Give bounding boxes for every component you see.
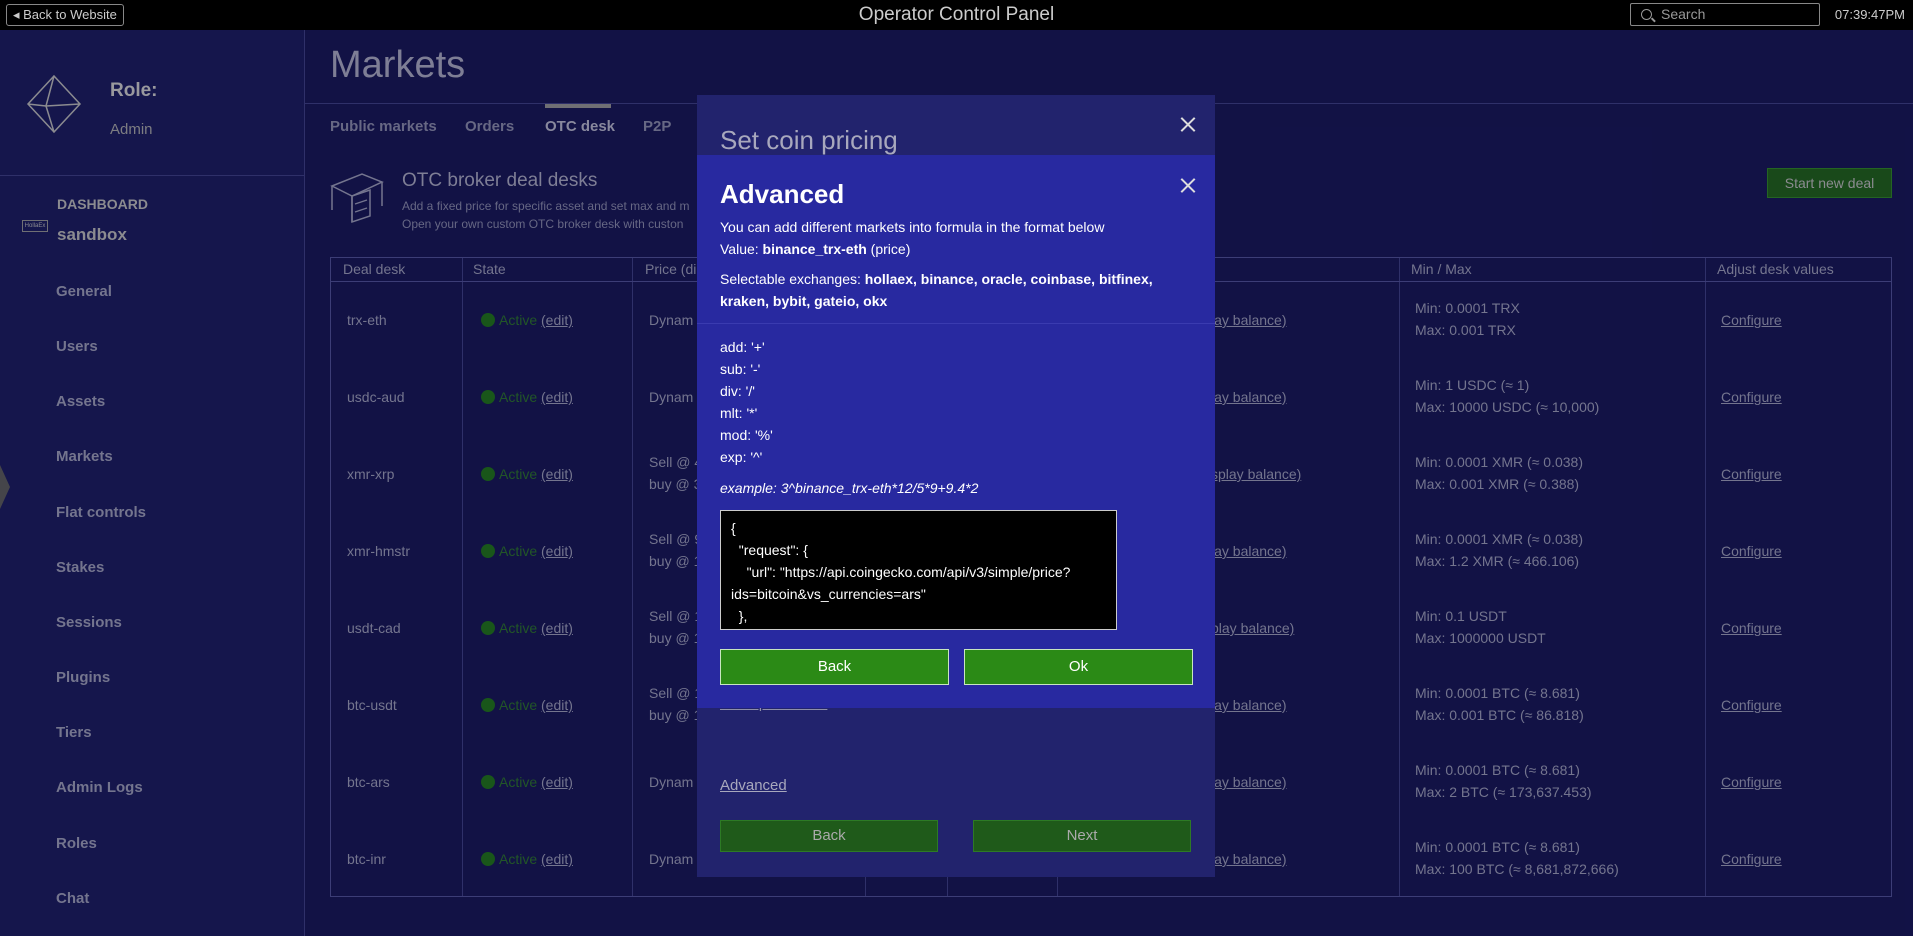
operator-exp: exp: '^'	[720, 449, 763, 465]
operators-list: add: '+' sub: '-' div: '/' mlt: '*' mod:…	[720, 336, 773, 468]
top-bar: ◂ Back to Website Operator Control Panel…	[0, 0, 1913, 30]
search-placeholder: Search	[1661, 6, 1706, 22]
close-icon[interactable]	[1180, 116, 1196, 132]
advanced-intro: You can add different markets into formu…	[720, 219, 1105, 235]
back-to-website-label: Back to Website	[23, 7, 117, 22]
exchanges-prefix: Selectable exchanges:	[720, 271, 865, 287]
back-button[interactable]: Back	[720, 820, 938, 852]
value-suffix: (price)	[866, 241, 911, 257]
ok-button[interactable]: Ok	[964, 649, 1193, 685]
advanced-modal: Advanced You can add different markets i…	[697, 155, 1215, 708]
next-button[interactable]: Next	[973, 820, 1191, 852]
back-to-website-button[interactable]: ◂ Back to Website	[6, 4, 124, 26]
close-icon[interactable]	[1180, 177, 1196, 193]
value-prefix: Value:	[720, 241, 763, 257]
app-title: Operator Control Panel	[858, 4, 1055, 25]
operator-add: add: '+'	[720, 339, 765, 355]
operator-sub: sub: '-'	[720, 361, 761, 377]
operator-mod: mod: '%'	[720, 427, 773, 443]
operator-mlt: mlt: '*'	[720, 405, 758, 421]
exchanges-list-line-2: kraken, bybit, gateio, okx	[720, 293, 888, 309]
advanced-link[interactable]: Advanced	[720, 777, 787, 794]
set-coin-pricing-title: Set coin pricing	[720, 125, 898, 155]
search-input[interactable]: Search	[1630, 3, 1820, 26]
selectable-exchanges: Selectable exchanges: hollaex, binance, …	[720, 268, 1153, 312]
search-icon	[1641, 9, 1652, 20]
value-example: binance_trx-eth	[762, 241, 867, 257]
advanced-value-line: Value: binance_trx-eth (price)	[720, 241, 910, 257]
back-button[interactable]: Back	[720, 649, 949, 685]
operator-div: div: '/'	[720, 383, 755, 399]
exchanges-list-line-1: hollaex, binance, oracle, coinbase, bitf…	[864, 271, 1153, 287]
formula-example: example: 3^binance_trx-eth*12/5*9+9.4*2	[720, 480, 979, 496]
advanced-divider	[697, 323, 1215, 324]
advanced-title: Advanced	[720, 179, 845, 209]
formula-json-editor[interactable]: { "request": { "url": "https://api.coing…	[720, 510, 1117, 630]
clock: 07:39:47PM	[1834, 7, 1905, 22]
